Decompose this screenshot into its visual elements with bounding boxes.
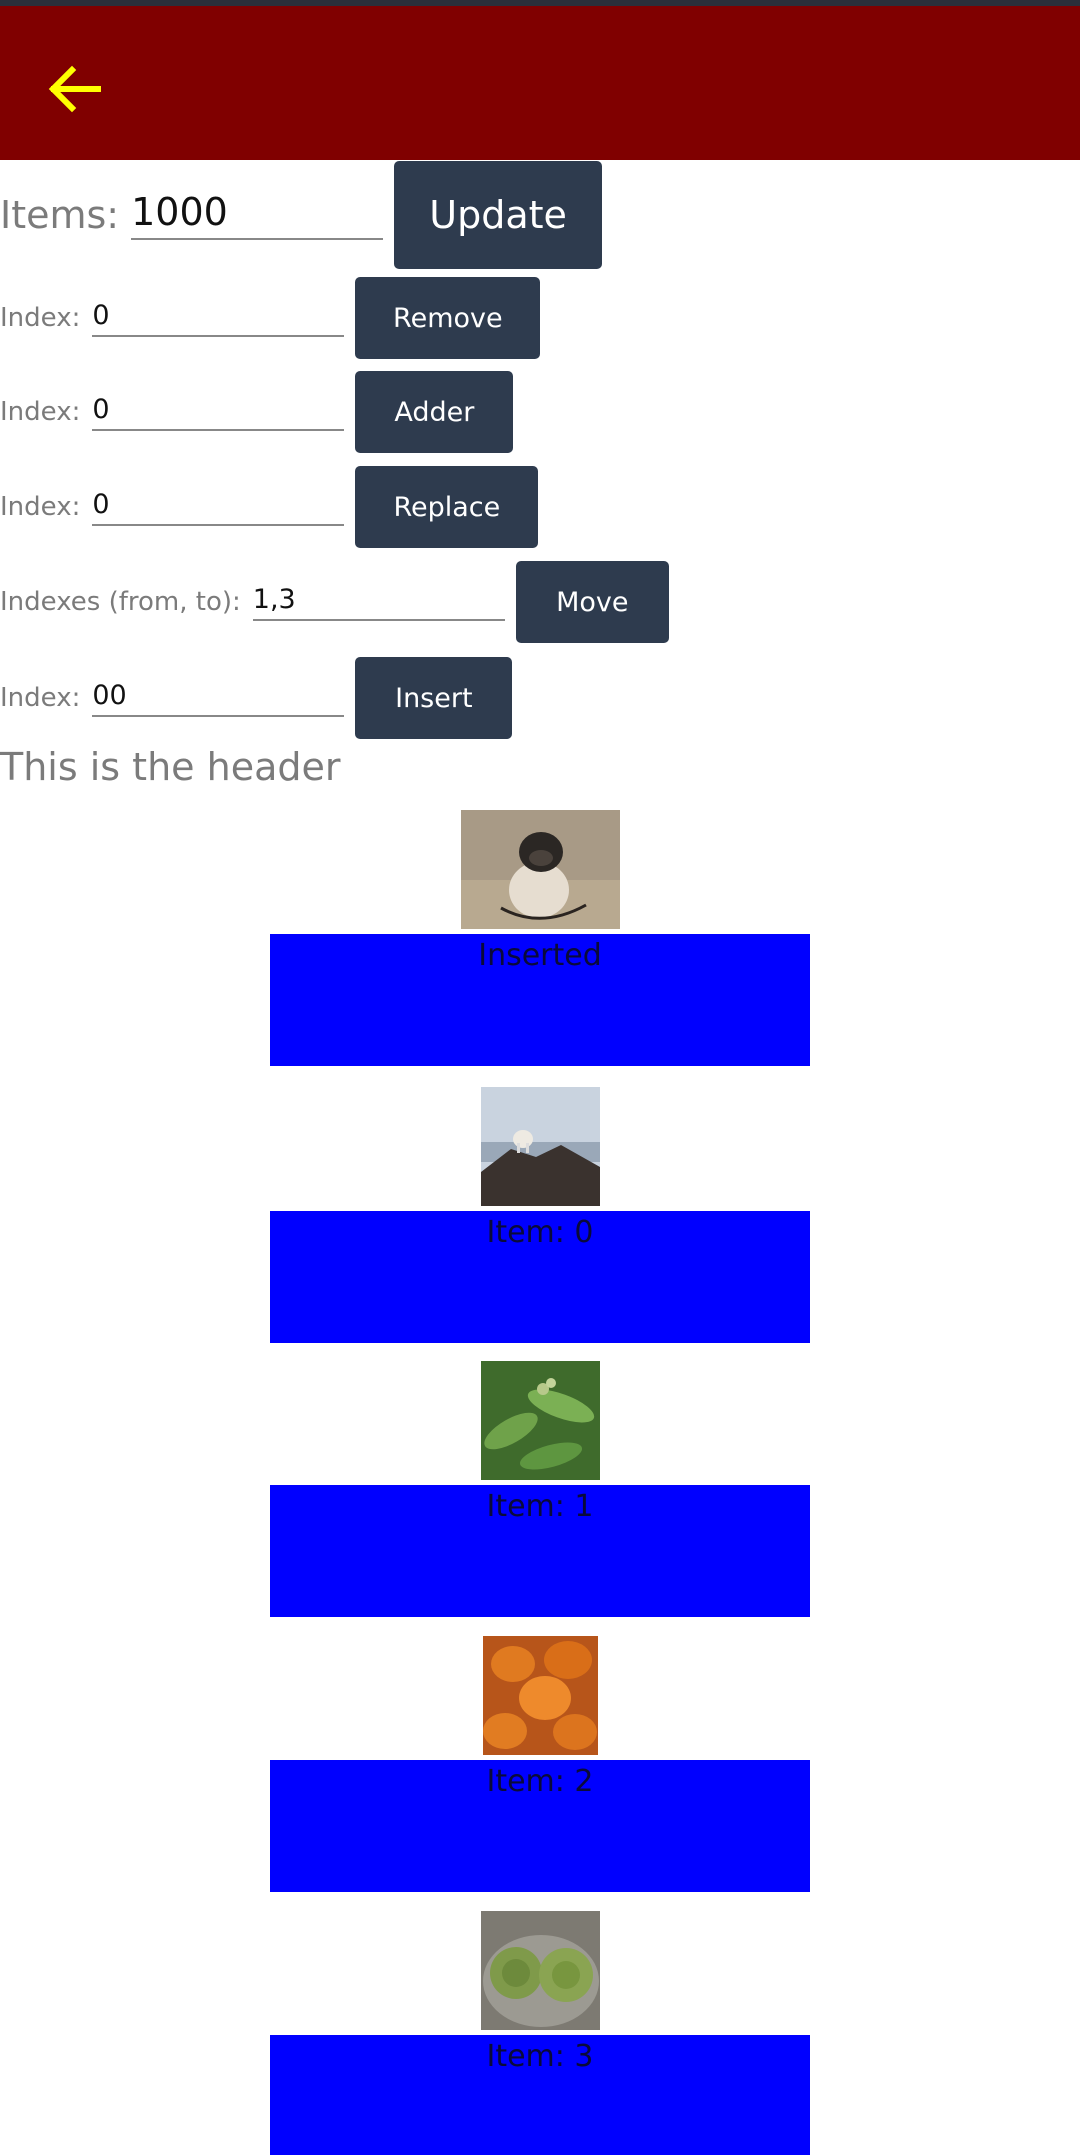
replace-button[interactable]: Replace [355, 466, 539, 548]
move-indexes-input[interactable] [252, 583, 505, 621]
list-item[interactable]: Inserted [270, 810, 810, 1066]
insert-row: Index: Insert [0, 656, 513, 740]
item-label: Item: 0 [486, 1215, 594, 1250]
update-button[interactable]: Update [394, 161, 603, 269]
arrow-left-icon [48, 65, 101, 113]
item-label: Item: 3 [486, 2039, 594, 2074]
green-plant-image [481, 1361, 600, 1480]
list-item[interactable]: Item: 0 [270, 1087, 810, 1343]
move-button[interactable]: Move [515, 561, 669, 643]
insert-index-label: Index: [0, 683, 81, 713]
item-label: Inserted [478, 938, 602, 973]
replace-row: Index: Replace [0, 465, 539, 549]
list-item[interactable]: Item: 3 [270, 1911, 810, 2155]
list-header: This is the header [0, 745, 341, 789]
adder-index-input[interactable] [92, 393, 345, 431]
app-bar [0, 6, 1080, 160]
item-label: Item: 2 [486, 1764, 594, 1799]
list-item[interactable]: Item: 1 [270, 1361, 810, 1617]
adder-row: Index: Adder [0, 370, 514, 454]
remove-index-label: Index: [0, 303, 81, 333]
artichokes-image [481, 1911, 600, 2030]
adder-button[interactable]: Adder [355, 371, 514, 453]
items-label: Items: [0, 193, 120, 237]
pumpkins-image [483, 1636, 598, 1755]
item-label: Item: 1 [486, 1489, 594, 1524]
items-count-input[interactable] [131, 190, 384, 240]
mountain-goat-image [481, 1087, 600, 1206]
remove-button[interactable]: Remove [355, 277, 541, 359]
pug-dog-image [461, 810, 620, 929]
move-row: Indexes (from, to): Move [0, 560, 669, 644]
items-row: Items: Update [0, 160, 603, 270]
replace-index-input[interactable] [92, 488, 345, 526]
move-indexes-label: Indexes (from, to): [0, 587, 241, 617]
remove-row: Index: Remove [0, 276, 541, 360]
adder-index-label: Index: [0, 397, 81, 427]
insert-button[interactable]: Insert [355, 657, 513, 739]
insert-index-input[interactable] [92, 679, 345, 717]
replace-index-label: Index: [0, 492, 81, 522]
back-button[interactable] [40, 54, 110, 124]
list-item[interactable]: Item: 2 [270, 1636, 810, 1892]
remove-index-input[interactable] [92, 299, 345, 337]
